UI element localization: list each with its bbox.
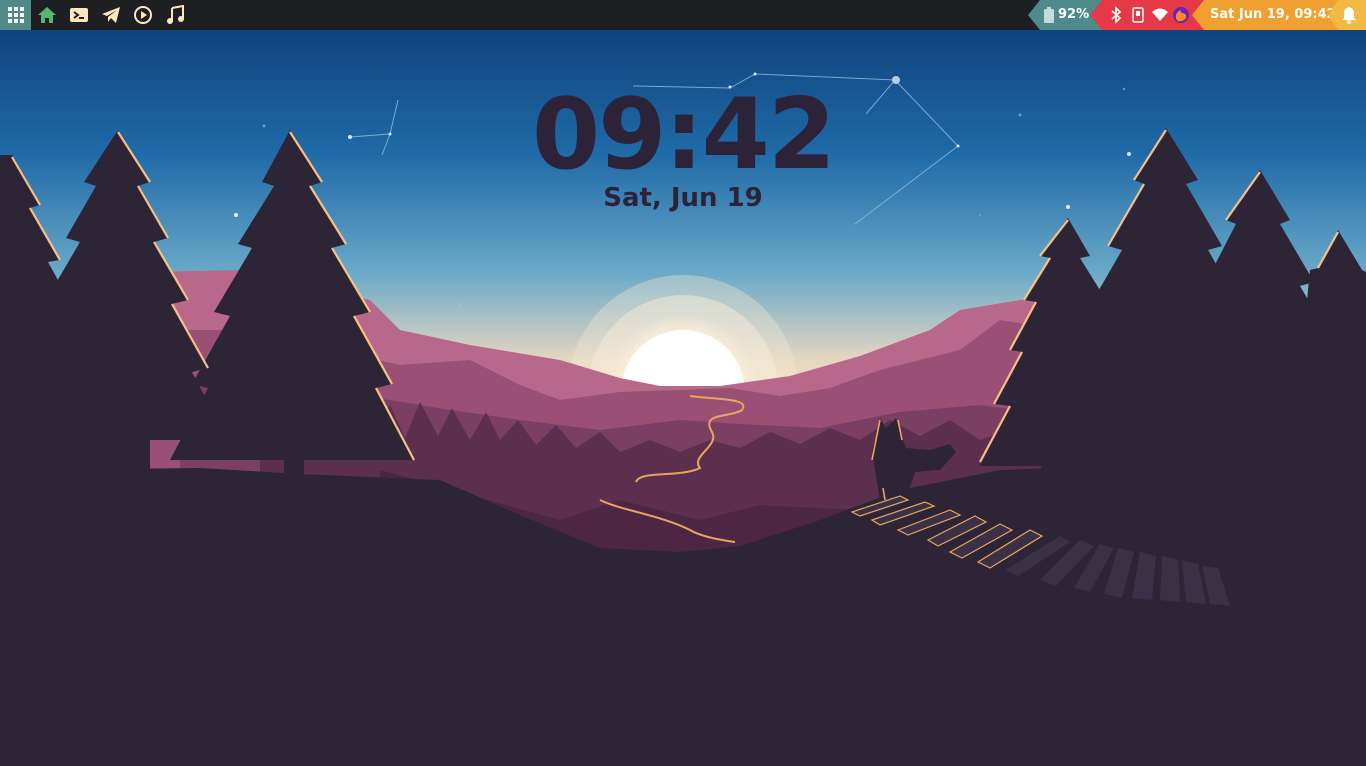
notifications-button[interactable] — [1328, 0, 1366, 30]
terminal-button[interactable] — [63, 0, 95, 30]
system-tray — [1090, 0, 1208, 30]
datetime-text: Sat Jun 19, 09:42 — [1210, 7, 1336, 22]
bluetooth-icon[interactable] — [1107, 6, 1125, 24]
terminal-icon — [70, 8, 88, 22]
app-grid-button[interactable] — [0, 0, 31, 30]
top-panel: 92% Sat Jun 19, 09:42 — [0, 0, 1366, 30]
bell-icon — [1342, 7, 1356, 24]
datetime-indicator[interactable]: Sat Jun 19, 09:42 — [1192, 0, 1344, 30]
desktop-clock-date: Sat, Jun 19 — [603, 183, 763, 213]
music-button[interactable] — [159, 0, 191, 30]
telegram-button[interactable] — [95, 0, 127, 30]
wifi-icon[interactable] — [1151, 6, 1169, 24]
battery-icon — [1044, 7, 1054, 23]
battery-percent: 92% — [1058, 7, 1090, 22]
media-player-icon — [134, 6, 152, 24]
firefox-icon[interactable] — [1172, 6, 1190, 24]
home-button[interactable] — [31, 0, 63, 30]
media-player-button[interactable] — [127, 0, 159, 30]
home-icon — [38, 7, 56, 23]
phone-icon[interactable] — [1129, 6, 1147, 24]
music-icon — [167, 5, 184, 24]
app-grid-icon — [7, 7, 24, 23]
telegram-icon — [102, 7, 120, 23]
desktop-clock-time: 09:42 — [532, 78, 836, 192]
